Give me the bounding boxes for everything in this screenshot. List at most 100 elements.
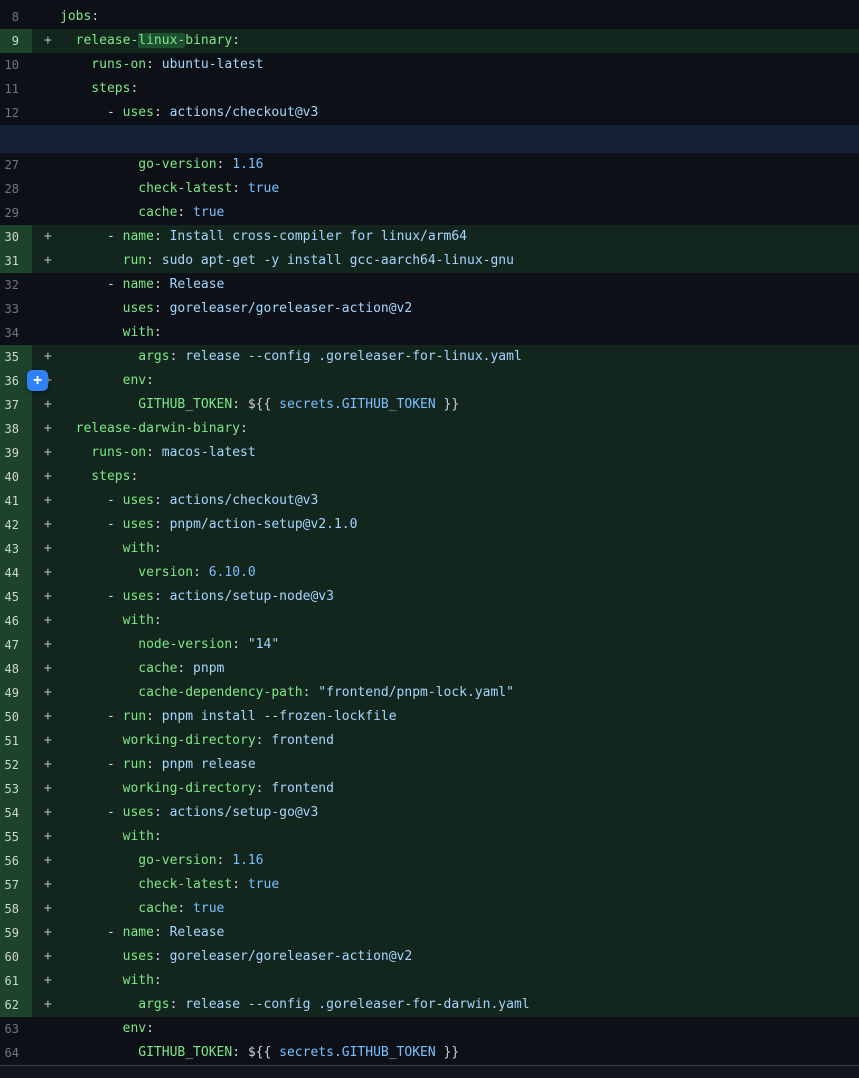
diff-row-added: 43+ with: [0,537,859,561]
line-number[interactable]: 40 [0,465,32,489]
code-token: - [60,757,123,772]
code-token: actions/checkout@v3 [162,105,319,120]
code-line: + - run: pnpm release [32,753,859,777]
code-line: with: [32,321,859,345]
code-token: pnpm [185,661,224,676]
diff-row-added: 46+ with: [0,609,859,633]
diff-row-added: 62+ args: release --config .goreleaser-f… [0,993,859,1017]
code-line: GITHUB_TOKEN: ${{ secrets.GITHUB_TOKEN }… [32,1041,859,1065]
code-token: ubuntu-latest [154,57,264,72]
diff-marker: + [32,561,60,585]
diff-marker: + [32,873,60,897]
code-token: Install cross-compiler for linux/arm64 [162,229,467,244]
diff-row-added: 60+ uses: goreleaser/goreleaser-action@v… [0,945,859,969]
code-token: goreleaser/goreleaser-action@v2 [162,949,412,964]
diff-row-context: 64 GITHUB_TOKEN: ${{ secrets.GITHUB_TOKE… [0,1041,859,1065]
code-token: GITHUB_TOKEN [60,1045,232,1060]
diff-marker: + [32,801,60,825]
code-token: steps [60,469,130,484]
diff-marker: + [32,225,60,249]
line-number[interactable]: 29 [0,201,32,225]
line-number[interactable]: 49 [0,681,32,705]
diff-row-added: 35+ args: release --config .goreleaser-f… [0,345,859,369]
line-number[interactable]: 47 [0,633,32,657]
line-number[interactable]: 50 [0,705,32,729]
code-line: + cache: pnpm [32,657,859,681]
line-number[interactable]: 41 [0,489,32,513]
code-token: : [130,81,138,96]
line-number[interactable]: 38 [0,417,32,441]
code-line: + with: [32,609,859,633]
line-number[interactable]: 43 [0,537,32,561]
code-token: : [154,805,162,820]
line-number[interactable]: 62 [0,993,32,1017]
line-number[interactable]: 35 [0,345,32,369]
line-number[interactable]: 54 [0,801,32,825]
code-token: Release [162,925,225,940]
line-number[interactable]: 51 [0,729,32,753]
code-line: + - name: Release [32,921,859,945]
code-token: }} [436,1045,459,1060]
code-token: : [232,1045,240,1060]
code-token: ${{ [240,397,279,412]
add-comment-button[interactable]: + [27,370,48,391]
line-number[interactable]: 33 [0,297,32,321]
line-number[interactable]: 37 [0,393,32,417]
line-number[interactable]: 12 [0,101,32,125]
diff-row-added: 47+ node-version: "14" [0,633,859,657]
line-number[interactable]: 42 [0,513,32,537]
diff-row-added: 31+ run: sudo apt-get -y install gcc-aar… [0,249,859,273]
line-number[interactable]: 53 [0,777,32,801]
line-number[interactable]: 64 [0,1041,32,1065]
code-token: : [232,877,240,892]
code-token: name [123,229,154,244]
line-number[interactable]: 60 [0,945,32,969]
line-number[interactable]: 34 [0,321,32,345]
line-number[interactable]: 63 [0,1017,32,1041]
code-token: : [154,949,162,964]
line-number[interactable]: 11 [0,77,32,101]
line-number[interactable]: 56 [0,849,32,873]
line-number[interactable]: 52 [0,753,32,777]
code-token: name [123,925,154,940]
line-number[interactable]: 32 [0,273,32,297]
hunk-expander-band[interactable] [0,125,859,153]
code-token: uses [60,301,154,316]
code-line: - uses: actions/checkout@v3 [32,101,859,125]
diff-row-added: 61+ with: [0,969,859,993]
line-number[interactable]: 28 [0,177,32,201]
line-number[interactable]: 31 [0,249,32,273]
code-token: version [60,565,193,580]
line-number[interactable]: 9 [0,29,32,53]
line-number[interactable]: 39 [0,441,32,465]
diff-row-added: 37+ GITHUB_TOKEN: ${{ secrets.GITHUB_TOK… [0,393,859,417]
diff-row-added: 48+ cache: pnpm [0,657,859,681]
diff-row-added: 59+ - name: Release [0,921,859,945]
diff-marker: + [32,465,60,489]
diff-row-added: 58+ cache: true [0,897,859,921]
line-number[interactable]: 30 [0,225,32,249]
diff-marker: + [32,993,60,1017]
code-token: : [154,517,162,532]
line-number[interactable]: 27 [0,153,32,177]
code-token: - [60,709,123,724]
line-number[interactable]: 8 [0,5,32,29]
line-number[interactable]: 46 [0,609,32,633]
line-number[interactable]: 45 [0,585,32,609]
line-number[interactable]: 10 [0,53,32,77]
diff-row-context: 12 - uses: actions/checkout@v3 [0,101,859,125]
line-number[interactable]: 59 [0,921,32,945]
line-number[interactable]: 48 [0,657,32,681]
line-number[interactable]: 61 [0,969,32,993]
code-token: working-directory [60,781,256,796]
line-number[interactable]: 44 [0,561,32,585]
line-number[interactable]: 55 [0,825,32,849]
code-token: with [60,325,154,340]
diff-row-context: 11 steps: [0,77,859,101]
line-number[interactable]: 57 [0,873,32,897]
code-token: frontend [264,781,334,796]
line-number[interactable]: 58 [0,897,32,921]
code-token: "frontend/pnpm-lock.yaml" [310,685,514,700]
code-token: working-directory [60,733,256,748]
code-token: : [154,589,162,604]
